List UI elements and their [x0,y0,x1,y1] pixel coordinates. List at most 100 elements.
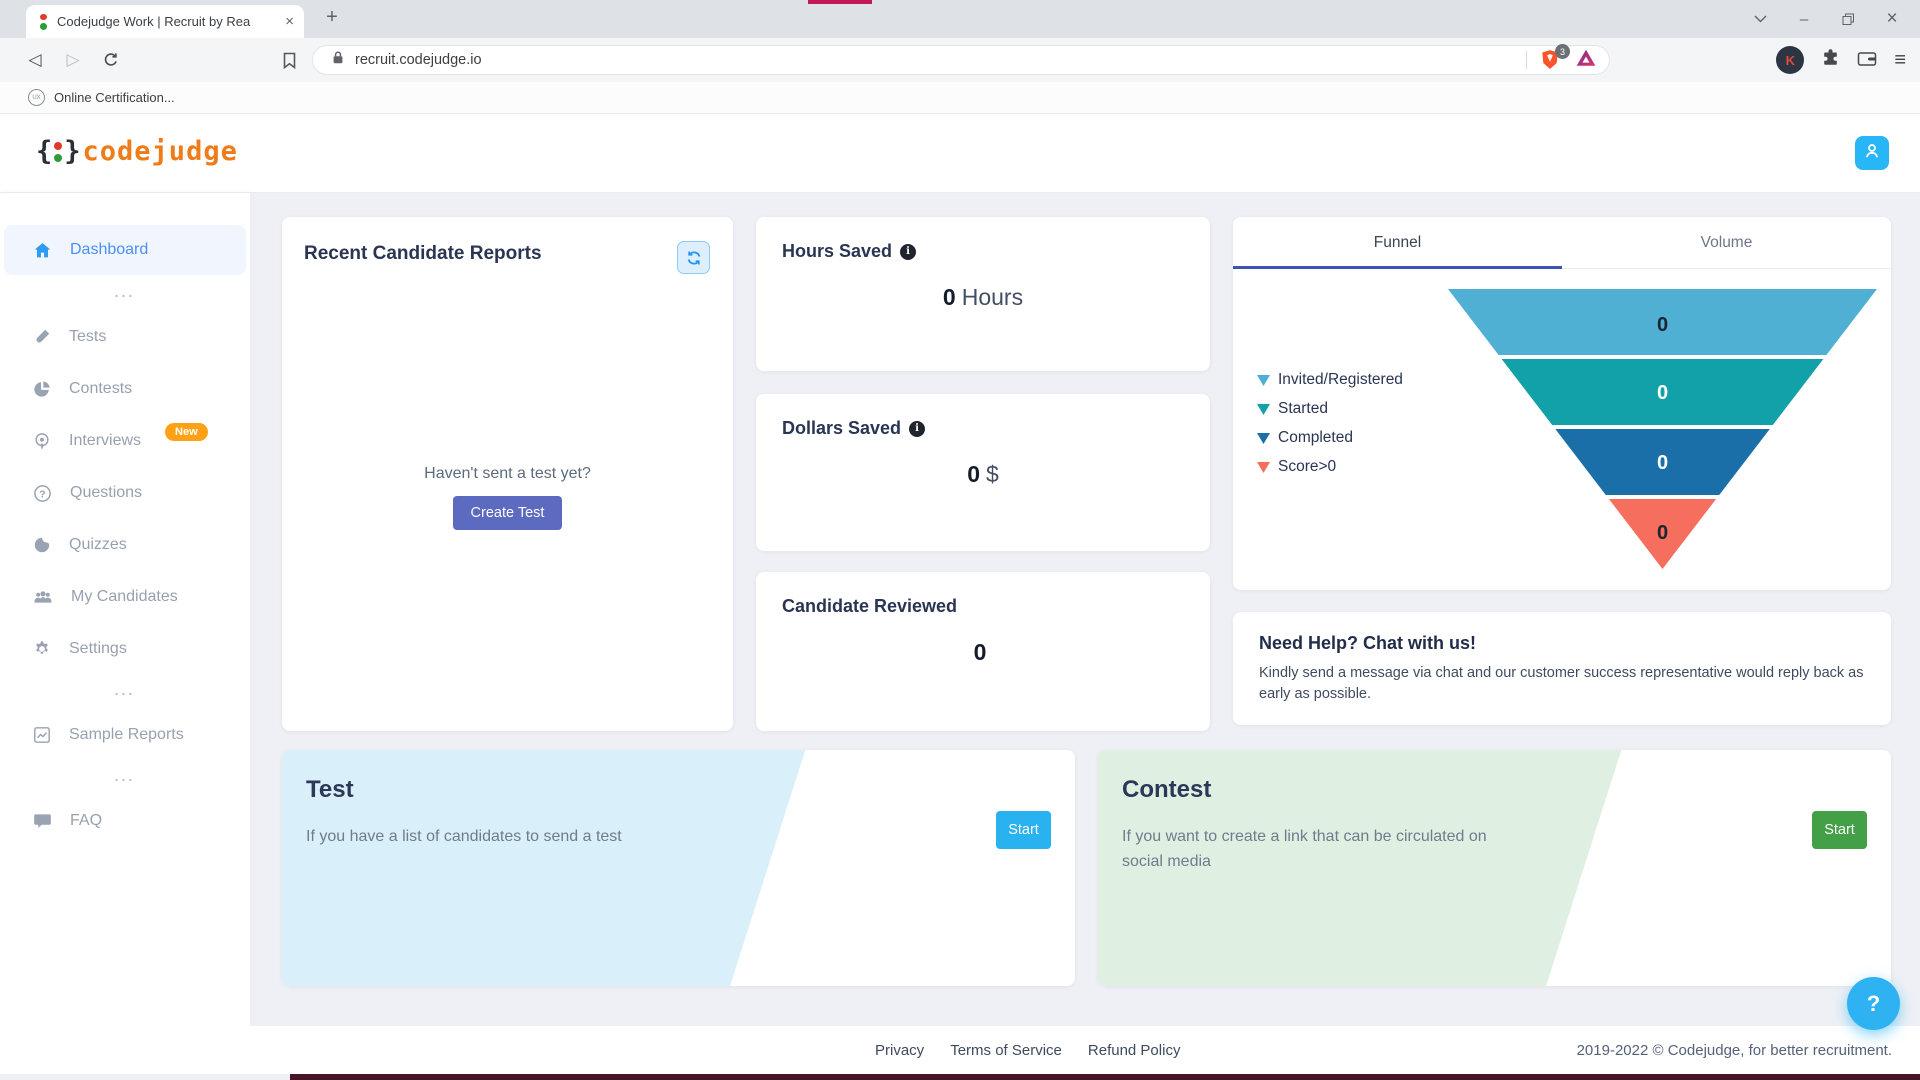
browser-tab[interactable]: Codejudge Work | Recruit by Rea × [26,5,304,38]
new-tab-button[interactable]: + [318,4,346,32]
legend-label: Score>0 [1278,458,1336,476]
sidebar-separator: ... [0,761,250,795]
lock-icon [331,50,345,70]
tab-close-icon[interactable]: × [285,13,294,30]
help-body: Kindly send a message via chat and our c… [1259,663,1865,705]
browser-tab-bar: Codejudge Work | Recruit by Rea × + – × [0,0,1920,38]
candidate-reviewed-value: 0 [974,639,987,665]
window-bottom-edge [290,1074,1920,1080]
sidebar-item-label: Interviews [69,432,141,450]
funnel-value-started: 0 [1657,382,1668,404]
sidebar-item-quizzes[interactable]: Quizzes [0,519,250,571]
info-icon[interactable]: i [900,244,916,260]
recent-reports-title: Recent Candidate Reports [304,243,711,265]
extensions-puzzle-icon[interactable] [1821,48,1840,72]
dollars-saved-value: 0 [967,461,980,487]
legend-triangle-icon [1257,462,1270,473]
wallet-icon[interactable] [1857,49,1877,72]
contest-start-button[interactable]: Start [1812,811,1867,849]
window-close-button[interactable]: × [1870,0,1914,38]
forward-icon[interactable]: ▷ [60,47,86,73]
logo-brace-left: { [36,136,52,167]
funnel-tabs: Funnel Volume [1233,217,1891,269]
sidebar-item-label: Tests [69,328,106,346]
sidebar-item-dashboard[interactable]: Dashboard [4,225,246,275]
legend-triangle-icon [1257,404,1270,415]
sidebar-item-questions[interactable]: ? Questions [0,467,250,519]
refresh-icon [685,249,703,267]
window-minimize-button[interactable]: – [1782,0,1826,38]
people-icon [33,588,53,606]
candidate-reviewed-card: Candidate Reviewed 0 [756,572,1210,731]
test-promo-card: Test If you have a list of candidates to… [282,750,1075,986]
sidebar-item-tests[interactable]: Tests [0,311,250,363]
funnel-volume-card: Funnel Volume Invited/Registered Started… [1233,217,1891,590]
question-circle-icon: ? [33,484,52,503]
url-text[interactable]: recruit.codejudge.io [355,52,1526,68]
contest-card-title: Contest [1122,776,1211,804]
codejudge-logo[interactable]: { } codejudge [36,136,238,167]
create-test-button[interactable]: Create Test [453,496,563,530]
help-fab-button[interactable]: ? [1847,977,1900,1030]
shield-badge: 3 [1555,44,1570,59]
sidebar-item-label: Contests [69,380,132,398]
sidebar-item-label: Sample Reports [69,726,184,744]
test-card-description: If you have a list of candidates to send… [306,825,622,850]
logo-dots-icon [54,142,62,162]
tab-volume[interactable]: Volume [1562,217,1891,268]
person-icon [1862,141,1882,166]
hours-saved-card: Hours Saved i 0Hours [756,217,1210,371]
tab-funnel[interactable]: Funnel [1233,217,1562,268]
contest-promo-card: Contest If you want to create a link tha… [1098,750,1891,986]
legend-triangle-icon [1257,375,1270,386]
sidebar-item-my-candidates[interactable]: My Candidates [0,571,250,623]
bookmark-item[interactable]: Online Certification... [54,90,175,105]
back-icon[interactable]: ◁ [22,47,48,73]
sidebar-item-settings[interactable]: Settings [0,623,250,675]
sidebar-item-contests[interactable]: Contests [0,363,250,415]
legend-item: Started [1257,400,1403,418]
reload-icon[interactable] [98,47,124,73]
need-help-card: Need Help? Chat with us! Kindly send a m… [1233,612,1891,725]
sidebar-item-interviews[interactable]: Interviews New [0,415,250,467]
funnel-value-completed: 0 [1657,452,1668,474]
sidebar-item-label: Questions [70,484,142,502]
legend-label: Invited/Registered [1278,371,1403,389]
new-badge: New [165,423,208,441]
test-start-button[interactable]: Start [996,811,1051,849]
screen-recording-indicator [808,0,872,4]
footer-copyright: 2019-2022 © Codejudge, for better recrui… [1577,1026,1892,1074]
report-chart-icon [33,726,51,744]
sidebar-item-label: My Candidates [71,588,178,606]
podcast-icon [33,432,51,451]
bookmark-icon[interactable] [276,47,302,73]
profile-avatar[interactable]: K [1776,46,1804,74]
window-restore-button[interactable] [1826,0,1870,38]
info-icon[interactable]: i [909,421,925,437]
contest-card-description: If you want to create a link that can be… [1122,825,1512,875]
bat-rewards-icon[interactable] [1575,48,1597,73]
help-title: Need Help? Chat with us! [1259,633,1865,654]
browser-menu-icon[interactable]: ≡ [1894,49,1906,72]
funnel-value-score: 0 [1657,522,1668,544]
hours-saved-value: 0 [943,284,956,310]
brave-shield-icon[interactable]: 3 [1539,48,1563,72]
refresh-button[interactable] [677,241,710,274]
footer-link-terms[interactable]: Terms of Service [950,1042,1062,1059]
dollars-saved-card: Dollars Saved i 0$ [756,394,1210,551]
sidebar-item-sample-reports[interactable]: Sample Reports [0,709,250,761]
candidate-reviewed-title: Candidate Reviewed [782,596,957,617]
footer-link-privacy[interactable]: Privacy [875,1042,924,1059]
user-avatar-button[interactable] [1855,136,1889,170]
footer-link-refund[interactable]: Refund Policy [1088,1042,1181,1059]
dollars-saved-title: Dollars Saved [782,418,901,439]
url-bar[interactable]: recruit.codejudge.io 3 [312,45,1610,75]
sidebar-separator: ... [0,277,250,311]
main-content: Recent Candidate Reports Haven't sent a … [250,193,1920,1026]
sidebar-item-faq[interactable]: FAQ [0,795,250,847]
hours-saved-title: Hours Saved [782,241,892,262]
window-chevron-icon[interactable] [1738,0,1782,38]
codejudge-favicon-icon [40,14,48,30]
tab-title: Codejudge Work | Recruit by Rea [57,14,277,29]
hours-saved-unit: Hours [962,284,1023,310]
